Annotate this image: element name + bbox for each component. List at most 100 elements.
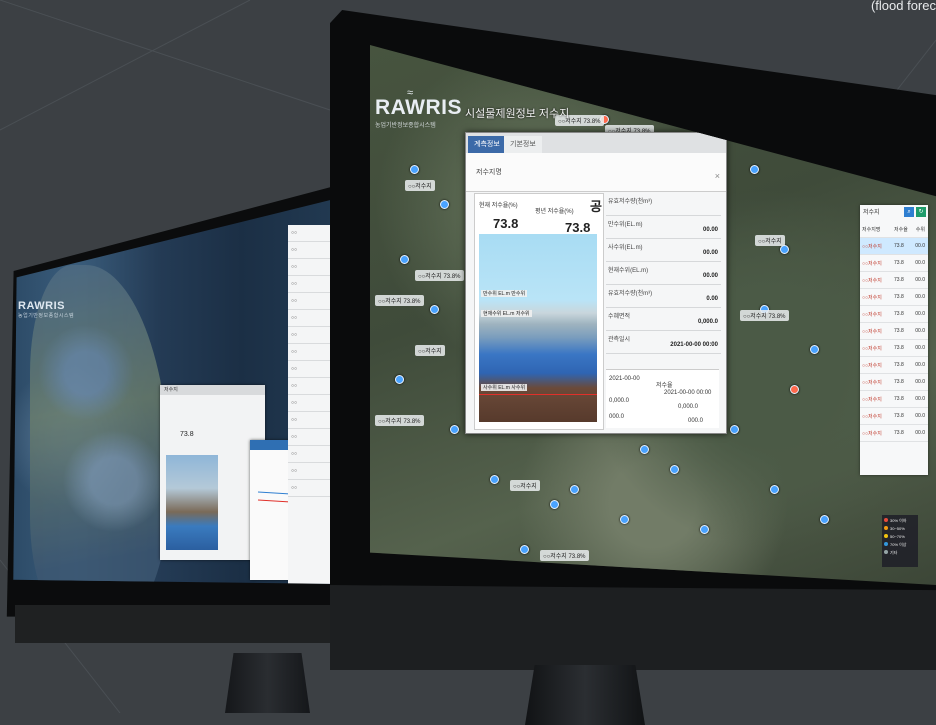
map-marker[interactable]: [570, 485, 579, 494]
list-item[interactable]: ○○저수지 73.8 00.0: [860, 391, 928, 408]
back-panel-value: 73.8: [180, 431, 194, 438]
list-item[interactable]: ○○저수지 73.8 00.0: [860, 306, 928, 323]
item-name: ○○저수지: [862, 431, 882, 437]
item-rate: 73.8: [894, 379, 904, 385]
map-marker[interactable]: [780, 245, 789, 254]
map-label[interactable]: ○○저수지 73.8%: [415, 270, 464, 281]
map-label[interactable]: ○○저수지: [510, 480, 540, 491]
map-marker[interactable]: [700, 525, 709, 534]
item-name: ○○저수지: [862, 346, 882, 352]
map-label[interactable]: ○○저수지: [755, 235, 785, 246]
legend-swatch: [884, 534, 888, 538]
map-label[interactable]: ○○저수지 73.8%: [375, 415, 424, 426]
map-marker[interactable]: [395, 375, 404, 384]
list-item[interactable]: ○○저수지 73.8 00.0: [860, 374, 928, 391]
map-legend: 30% 이하 30~50% 50~70% 70% 이상 기타: [882, 515, 918, 567]
normal-rate-label: 평년 저수율(%): [535, 209, 574, 215]
legend-label: 30% 이하: [890, 518, 907, 523]
front-monitor: ○○저수지 73.8% ○○저수지 73.8% ○○저수지 ○○저수지 73.8…: [330, 10, 936, 725]
tab-measurement[interactable]: 계측정보: [468, 136, 506, 153]
item-name: ○○저수지: [862, 380, 882, 386]
legend-item: 기타: [884, 549, 916, 557]
data-value: 0,000.0: [697, 319, 718, 325]
data-key: 현재수위(EL.m): [608, 268, 649, 274]
map-marker[interactable]: [770, 485, 779, 494]
legend-swatch: [884, 526, 888, 530]
map-marker[interactable]: [410, 165, 419, 174]
list-item[interactable]: ○○저수지 73.8 00.0: [860, 425, 928, 442]
map-label[interactable]: ○○저수지 73.8%: [540, 550, 589, 561]
map-label[interactable]: ○○저수지: [405, 180, 435, 191]
item-rate: 73.8: [894, 260, 904, 266]
legend-item: 50~70%: [884, 533, 916, 541]
item-name: ○○저수지: [862, 414, 882, 420]
legend-label: 30~50%: [890, 526, 905, 531]
item-rate: 73.8: [894, 243, 904, 249]
popup-tab-bar: 계측정보 기본정보: [466, 133, 726, 153]
list-item[interactable]: ○○저수지 73.8 00.0: [860, 289, 928, 306]
item-name: ○○저수지: [862, 261, 882, 267]
item-rate: 73.8: [894, 362, 904, 368]
refresh-icon[interactable]: ↻: [916, 207, 926, 217]
map-marker[interactable]: [450, 425, 459, 434]
front-monitor-chin: [330, 585, 936, 670]
popup-subtitle: 저수지명: [476, 169, 502, 176]
legend-label: 50~70%: [890, 534, 905, 539]
back-monitor: RAWRIS 농업기반정보종합시스템 저수지 73.8 ○○ ○○ ○○ ○○ …: [0, 175, 340, 713]
map-marker[interactable]: [400, 255, 409, 264]
map-marker[interactable]: [490, 475, 499, 484]
map-marker[interactable]: [550, 500, 559, 509]
item-rate: 73.8: [894, 396, 904, 402]
map-label[interactable]: ○○저수지: [415, 345, 445, 356]
list-item[interactable]: ○○저수지 73.8 00.0: [860, 272, 928, 289]
item-rate: 73.8: [894, 277, 904, 283]
list-item[interactable]: ○○저수지 73.8 00.0: [860, 323, 928, 340]
data-value: 00.00: [702, 250, 718, 256]
level-tag-dead: 사수위 EL.m 사수위: [481, 384, 528, 391]
map-marker[interactable]: [820, 515, 829, 524]
search-icon[interactable]: ⌕: [904, 207, 914, 217]
item-level: 00.0: [915, 294, 925, 300]
close-icon[interactable]: ×: [715, 171, 720, 181]
item-level: 00.0: [915, 430, 925, 436]
item-level: 00.0: [915, 362, 925, 368]
map-marker[interactable]: [620, 515, 629, 524]
summary-label: 저수율: [656, 383, 673, 389]
map-marker[interactable]: [430, 305, 439, 314]
data-key: 만수위(EL.m): [608, 222, 643, 228]
list-item[interactable]: ○○저수지 73.8 00.0: [860, 357, 928, 374]
map-label[interactable]: ○○저수지 73.8%: [375, 295, 424, 306]
map-marker[interactable]: [810, 345, 819, 354]
item-name: ○○저수지: [862, 329, 882, 335]
map-marker[interactable]: [520, 545, 529, 554]
list-item[interactable]: ○○저수지 73.8 00.0: [860, 238, 928, 255]
map-marker-alert[interactable]: [790, 385, 799, 394]
item-rate: 73.8: [894, 294, 904, 300]
map-label[interactable]: ○○저수지 73.8%: [740, 310, 789, 321]
list-item[interactable]: ○○저수지 73.8 00.0: [860, 340, 928, 357]
rawris-logo[interactable]: ≈ RAWRIS 농업기반정보종합시스템: [375, 88, 462, 130]
list-item[interactable]: ○○저수지 73.8 00.0: [860, 255, 928, 272]
map-marker[interactable]: [440, 200, 449, 209]
logo-subtitle: 농업기반정보종합시스템: [375, 123, 436, 129]
map-marker[interactable]: [750, 165, 759, 174]
map-marker[interactable]: [730, 425, 739, 434]
item-name: ○○저수지: [862, 363, 882, 369]
item-level: 00.0: [915, 277, 925, 283]
data-row: 사수위(EL.m) 00.00: [606, 239, 721, 262]
back-monitor-screen: RAWRIS 농업기반정보종합시스템 저수지 73.8 ○○ ○○ ○○ ○○ …: [13, 197, 340, 584]
back-monitor-stand: [225, 653, 310, 713]
tab-basic-info[interactable]: 기본정보: [504, 136, 542, 153]
reservoir-info-popup: 계측정보 기본정보 저수지명 × 현재 저수율(%) 평년 저수율(%) 공 7…: [465, 132, 727, 434]
legend-swatch: [884, 550, 888, 554]
list-item[interactable]: ○○저수지 73.8 00.0: [860, 408, 928, 425]
logo-word: RAWRIS: [375, 96, 462, 119]
map-marker[interactable]: [640, 445, 649, 454]
data-key: 사수위(EL.m): [608, 245, 643, 251]
map-marker[interactable]: [670, 465, 679, 474]
reservoir-cross-section: 만수위 EL.m 만수위 현재수위 EL.m 저수위 사수위 EL.m 사수위: [479, 234, 597, 422]
data-row: 수혜면적 0,000.0: [606, 308, 721, 331]
item-level: 00.0: [915, 311, 925, 317]
summary-value-d: 000.0: [688, 418, 704, 424]
col-rate: 저수율: [894, 227, 908, 233]
